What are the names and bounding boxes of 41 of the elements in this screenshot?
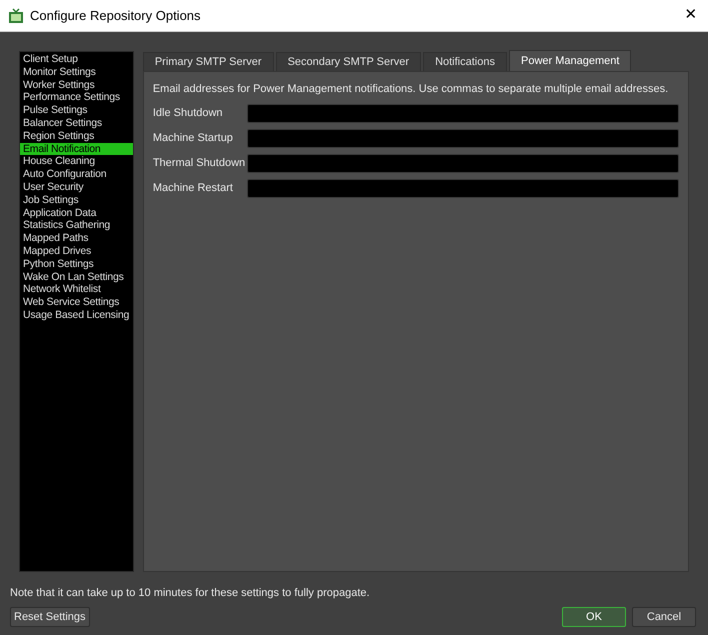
tv-icon — [8, 8, 24, 24]
cancel-button[interactable]: Cancel — [632, 607, 696, 627]
tab[interactable]: Notifications — [423, 52, 507, 71]
sidebar-item[interactable]: Wake On Lan Settings — [20, 270, 133, 284]
sidebar-item[interactable]: House Cleaning — [20, 155, 133, 168]
sidebar-item[interactable]: Region Settings — [20, 130, 133, 143]
sidebar-item[interactable]: Web Service Settings — [20, 296, 133, 309]
description-text: Email addresses for Power Management notifications. Use commas to separate multiple email addresses. — [152, 82, 670, 97]
sidebar-item[interactable]: Monitor Settings — [20, 66, 133, 79]
sidebar-item[interactable]: Auto Configuration — [20, 168, 133, 181]
sidebar-item[interactable]: Email Notification — [20, 142, 133, 156]
field-label: Thermal Shutdown — [152, 156, 246, 171]
close-button[interactable]: ✕ — [676, 0, 706, 30]
tab[interactable]: Power Management — [508, 50, 632, 71]
tab[interactable]: Secondary SMTP Server — [276, 52, 422, 71]
input-field[interactable] — [246, 104, 679, 122]
sidebar-item[interactable]: Statistics Gathering — [20, 219, 133, 232]
sidebar-item[interactable]: Usage Based Licensing — [20, 308, 133, 322]
sidebar-item[interactable]: Worker Settings — [20, 78, 133, 92]
sidebar-item[interactable]: Client Setup — [20, 53, 133, 66]
note-text: Note that it can take up to 10 minutes for these settings to fully propagate. — [10, 586, 371, 600]
sidebar-item[interactable]: Balancer Settings — [20, 116, 133, 130]
reset-settings-button[interactable]: Reset Settings — [10, 607, 90, 627]
sidebar-item[interactable]: Application Data — [20, 206, 133, 220]
sidebar-item[interactable]: Mapped Drives — [20, 244, 133, 258]
sidebar-item[interactable]: Performance Settings — [20, 91, 133, 104]
ok-button[interactable]: OK — [562, 607, 626, 627]
sidebar-item[interactable]: Network Whitelist — [20, 283, 133, 296]
sidebar-item[interactable]: Job Settings — [20, 194, 133, 207]
input-field[interactable] — [246, 128, 679, 148]
field-label: Machine Restart — [152, 180, 234, 196]
sidebar-item[interactable]: Pulse Settings — [20, 104, 133, 117]
sidebar-item[interactable]: Mapped Paths — [20, 232, 133, 245]
field-label: Idle Shutdown — [152, 106, 224, 121]
sidebar-item[interactable]: Python Settings — [20, 258, 133, 271]
input-field[interactable] — [246, 178, 679, 198]
tab[interactable]: Primary SMTP Server — [142, 52, 274, 71]
window-title: Configure Repository Options — [30, 6, 201, 25]
input-field[interactable] — [246, 154, 679, 172]
field-label: Machine Startup — [152, 130, 234, 146]
sidebar-item[interactable]: User Security — [20, 180, 133, 194]
